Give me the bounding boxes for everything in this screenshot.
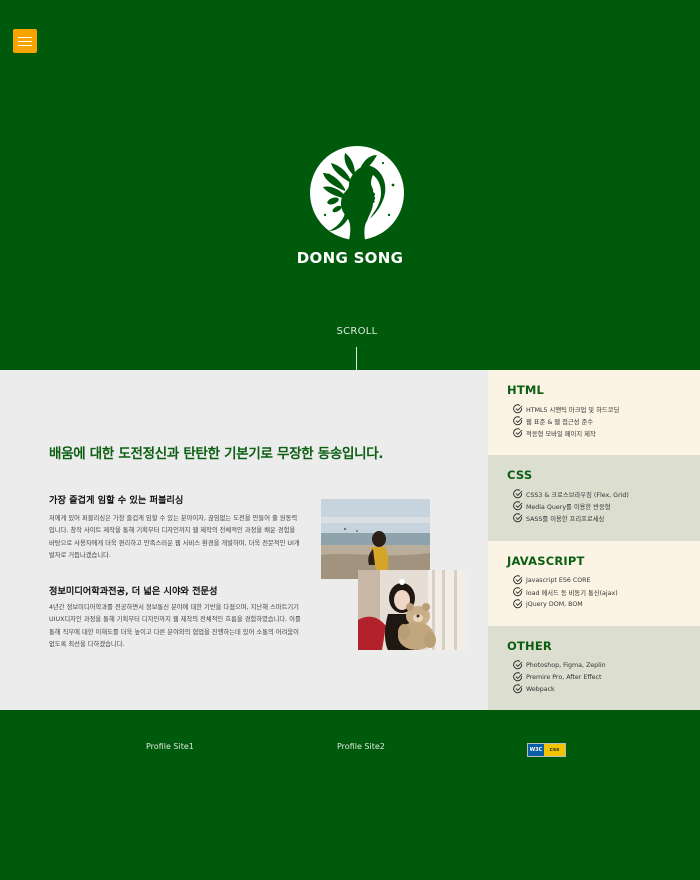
skill-item: SASS를 이용한 프리프로세싱 [513,512,629,524]
skill-card-html: HTML HTML5 시맨틱 마크업 및 하드코딩 웹 표준 & 웹 접근성 준… [488,370,700,455]
skill-item-label: SASS를 이용한 프리프로세싱 [526,515,605,523]
skill-item-label: jQuery DOM, BOM [526,600,583,608]
skill-title: CSS [507,468,533,482]
check-circle-icon [513,599,523,609]
about-block2-text: 4년간 정보미디어학과를 전공하면서 정보통신 분야에 대한 기반을 다졌으며,… [49,604,301,649]
skill-card-css: CSS CSS3 & 크로스브라우징 (Flex, Grid) Media Qu… [488,455,700,541]
skill-title: HTML [507,383,545,397]
skill-list: Photoshop, Figma, Zeplin Premire Pro, Af… [513,659,606,695]
check-circle-icon [513,672,523,682]
menu-bar-icon [18,37,32,38]
skill-item-label: Media Query를 이용한 반응형 [526,503,611,511]
skill-item: CSS3 & 크로스브라우징 (Flex, Grid) [513,488,629,500]
check-circle-icon [513,587,523,597]
skill-item: Javascript ES6 CORE [513,574,618,586]
skill-list: HTML5 시맨틱 마크업 및 하드코딩 웹 표준 & 웹 접근성 준수 적응형… [513,403,619,439]
css-badge-label: css [544,744,565,756]
scroll-indicator-line [356,347,357,370]
skill-item: Media Query를 이용한 반응형 [513,500,629,512]
menu-bar-icon [18,41,32,42]
skill-item: Webpack [513,683,606,695]
about-block2-title: 정보미디어학과전공, 더 넓은 시야와 전문성 [49,586,218,597]
check-circle-icon [513,513,523,523]
skill-item: jQuery DOM, BOM [513,598,618,610]
menu-bar-icon [18,45,32,46]
skill-item-label: Photoshop, Figma, Zeplin [526,661,606,669]
skill-card-other: OTHER Photoshop, Figma, Zeplin Premire P… [488,626,700,710]
skill-item: HTML5 시맨틱 마크업 및 하드코딩 [513,403,619,415]
check-circle-icon [513,416,523,426]
check-circle-icon [513,501,523,511]
skill-item-label: 적응형 모바일 페이지 제작 [526,430,596,438]
check-circle-icon [513,428,523,438]
teddy-bear-photo [358,570,466,650]
skill-item-label: CSS3 & 크로스브라우징 (Flex, Grid) [526,491,629,499]
check-circle-icon [513,575,523,585]
footer: Profile Site1 Profile Site2 W3C css [0,710,700,880]
hero-section: DONG SONG SCROLL [0,0,700,370]
w3c-css-validator-badge[interactable]: W3C css [527,743,566,757]
dongsong-logo-icon [310,146,404,240]
scroll-indicator-label[interactable]: SCROLL [0,326,700,337]
skill-item-label: Premire Pro, After Effect [526,673,602,681]
skill-title: OTHER [507,639,552,653]
check-circle-icon [513,684,523,694]
about-block1-text: 저에게 있어 퍼블리싱은 가장 즐겁게 임할 수 있는 분야이자, 끊임없는 도… [49,515,300,560]
skill-item: 웹 표준 & 웹 접근성 준수 [513,415,619,427]
skill-item-label: 웹 표준 & 웹 접근성 준수 [526,418,594,426]
hamburger-menu-button[interactable] [13,29,37,53]
skill-list: Javascript ES6 CORE load 메서드 등 비동기 통신(aj… [513,574,618,610]
skill-item: Photoshop, Figma, Zeplin [513,659,606,671]
check-circle-icon [513,660,523,670]
skill-item-label: HTML5 시맨틱 마크업 및 하드코딩 [526,406,620,414]
w3c-badge-label: W3C [528,744,544,756]
skill-item: load 메서드 등 비동기 통신(ajax) [513,586,618,598]
skill-item-label: Webpack [526,685,555,693]
beach-photo [321,499,430,579]
about-block1-title: 가장 즐겁게 임할 수 있는 퍼블리싱 [49,495,184,506]
skill-list: CSS3 & 크로스브라우징 (Flex, Grid) Media Query를… [513,488,629,524]
skills-section: HTML HTML5 시맨틱 마크업 및 하드코딩 웹 표준 & 웹 접근성 준… [488,370,700,710]
check-circle-icon [513,404,523,414]
about-section: 배움에 대한 도전정신과 탄탄한 기본기로 무장한 동송입니다. 가장 즐겁게 … [0,370,488,710]
skill-item-label: load 메서드 등 비동기 통신(ajax) [526,589,618,597]
skill-item-label: Javascript ES6 CORE [526,576,591,584]
about-headline: 배움에 대한 도전정신과 탄탄한 기본기로 무장한 동송입니다. [49,446,384,462]
skill-title: JAVASCRIPT [507,554,585,568]
skill-card-javascript: JAVASCRIPT Javascript ES6 CORE load 메서드 … [488,541,700,626]
skill-item: 적응형 모바일 페이지 제작 [513,427,619,439]
skill-item: Premire Pro, After Effect [513,671,606,683]
check-circle-icon [513,489,523,499]
brand-name: DONG SONG [296,249,404,267]
profile-site2-link[interactable]: Profile Site2 [337,742,385,751]
profile-site1-link[interactable]: Profile Site1 [146,742,194,751]
